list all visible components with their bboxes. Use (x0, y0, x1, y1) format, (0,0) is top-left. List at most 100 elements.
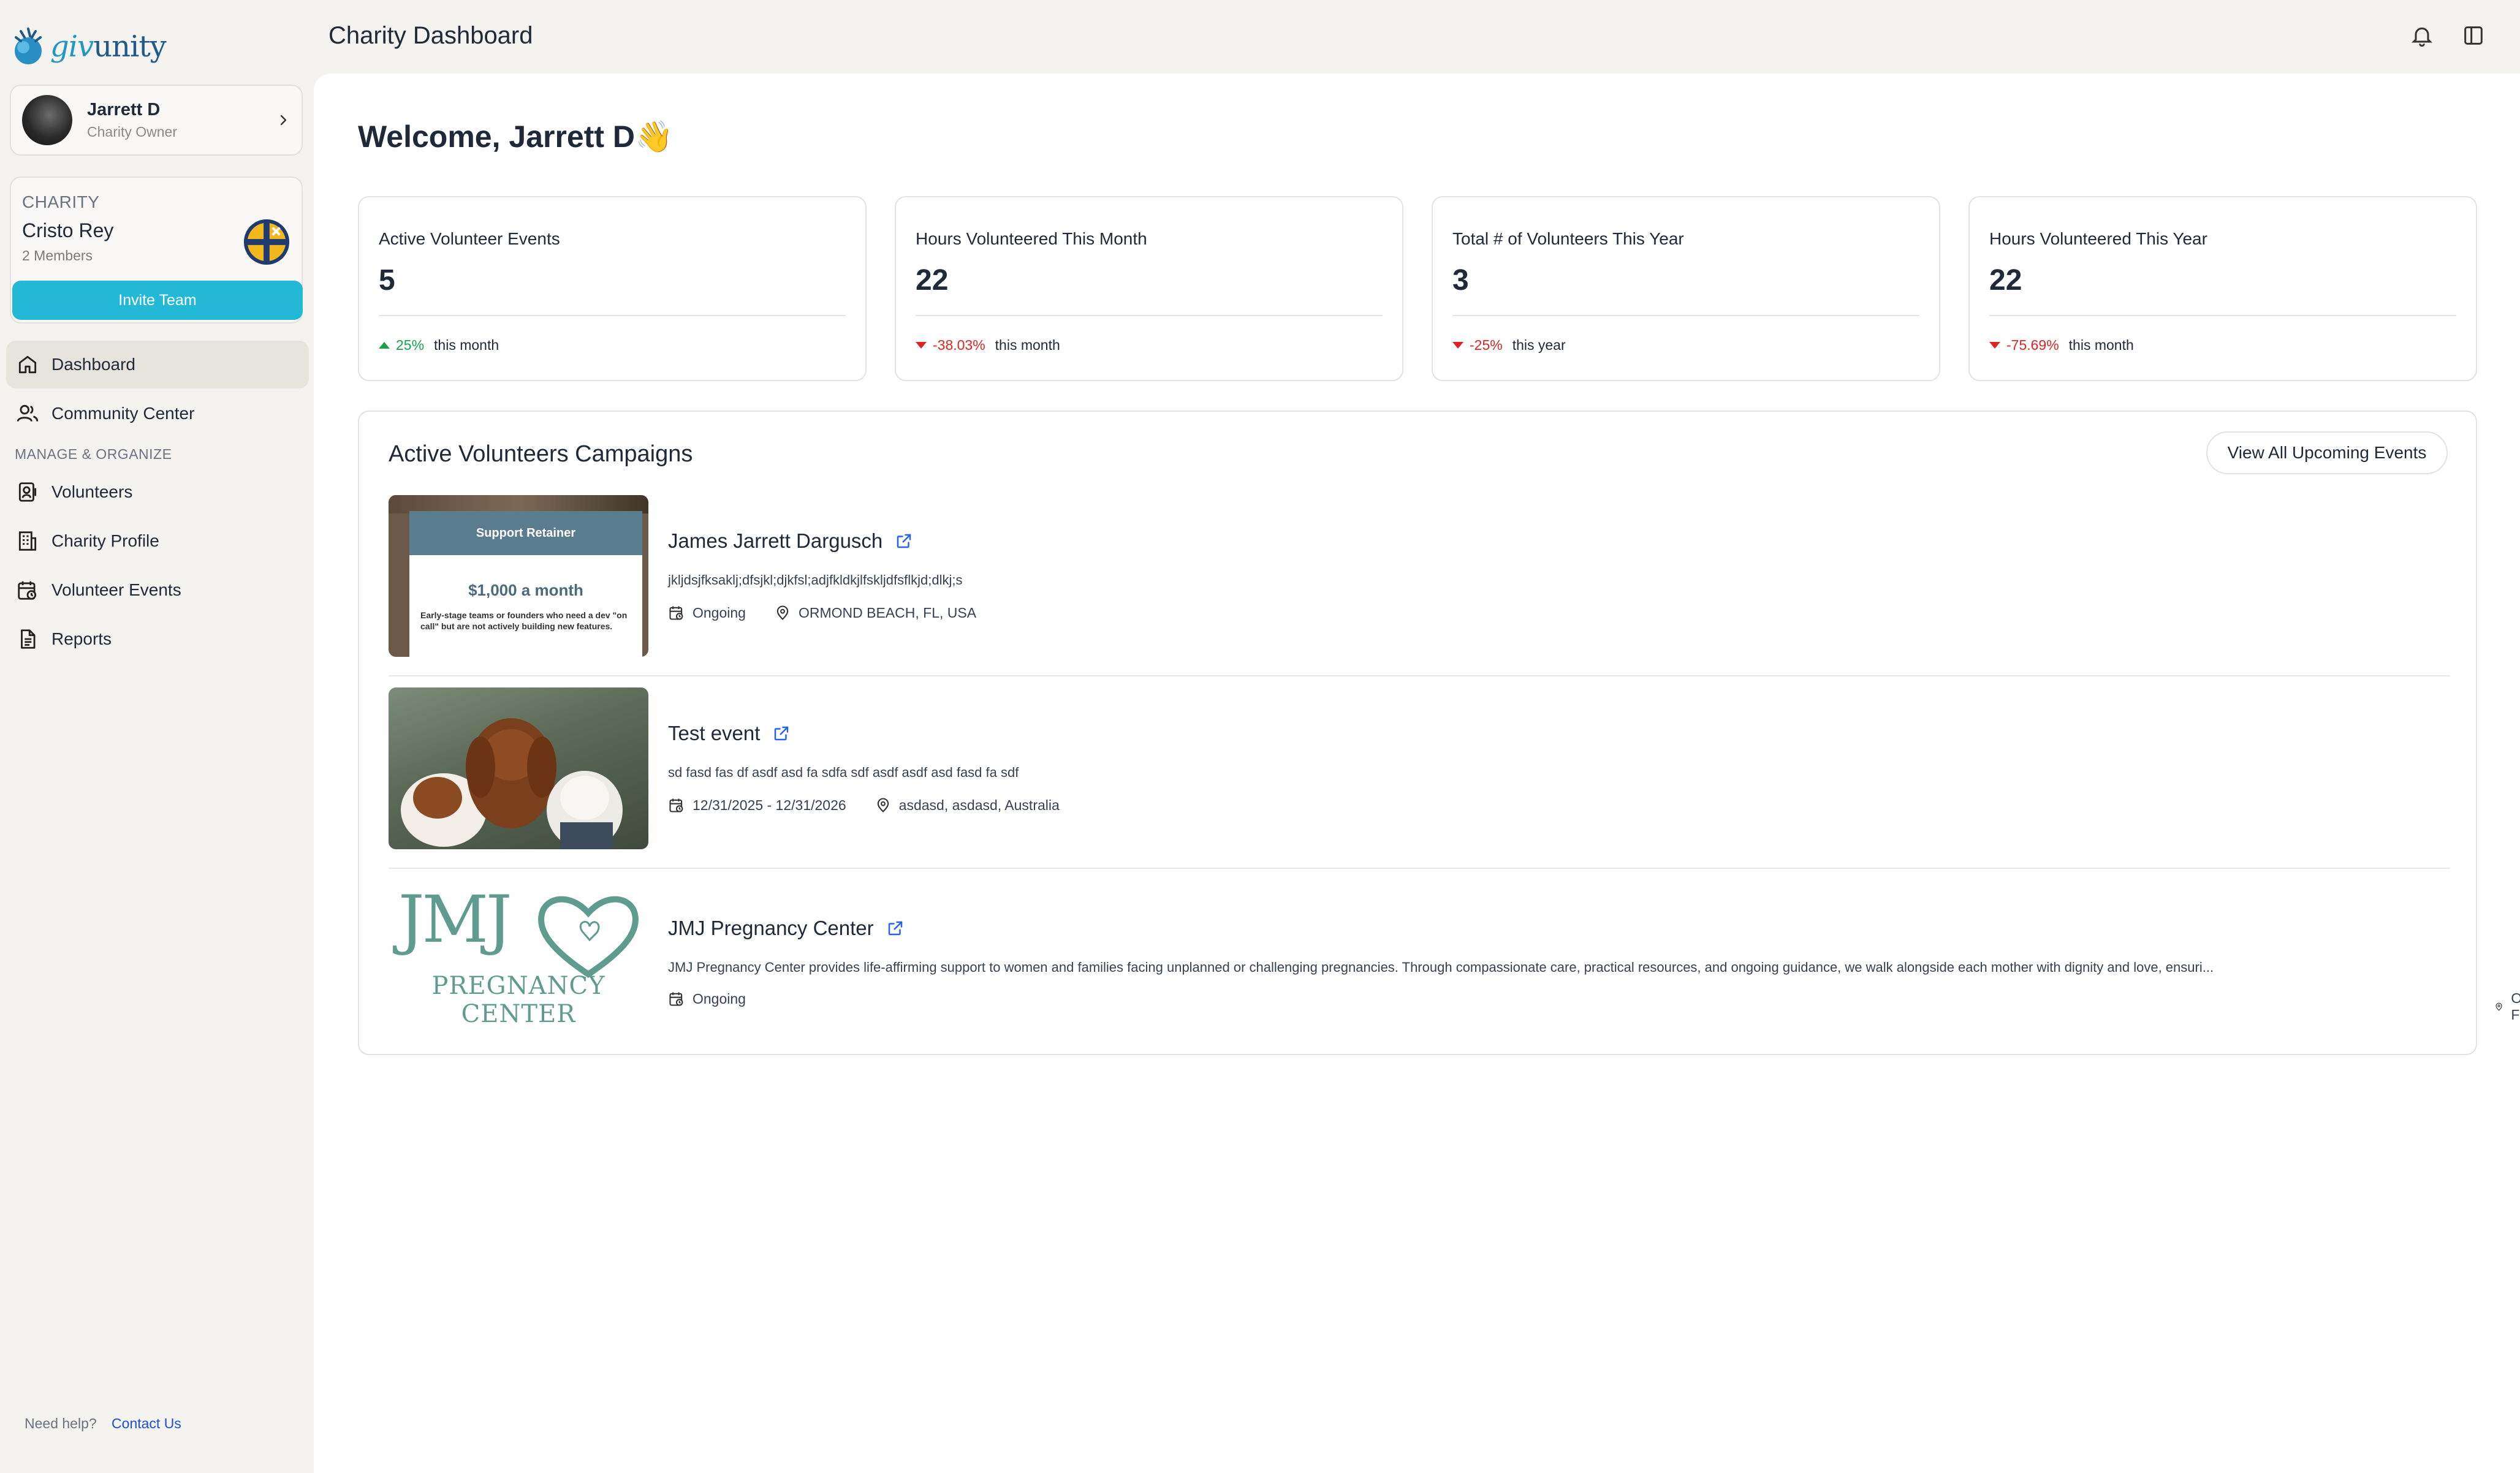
event-name[interactable]: Test event (668, 722, 791, 745)
event-title: JMJ Pregnancy Center (668, 917, 874, 939)
stat-card-hours-year: Hours Volunteered This Year 22 -75.69% t… (1968, 196, 2477, 381)
event-description: JMJ Pregnancy Center provides life-affir… (668, 960, 2214, 975)
user-role: Charity Owner (87, 124, 177, 140)
event-location: asdasd, asdasd, Australia (898, 797, 1060, 813)
event-date: Ongoing (693, 604, 746, 621)
trend-indicator: -25% (1452, 337, 1503, 354)
stat-footer: -25% this year (1452, 337, 1566, 354)
trend-indicator: -38.03% (916, 337, 985, 354)
event-meta: 12/31/2025 - 12/31/2026 asdasd, asdasd, … (668, 797, 1060, 814)
sidebar-toggle-icon[interactable] (2461, 23, 2486, 48)
stat-value: 5 (379, 264, 395, 297)
external-link-icon[interactable] (895, 532, 913, 550)
divider (1989, 315, 2456, 316)
jmj-logo-line3: CENTER (461, 1000, 576, 1028)
event-date: Ongoing (693, 990, 746, 1007)
sidebar: givunity Jarrett D Charity Owner CHARITY… (0, 0, 314, 1473)
user-profile-card[interactable]: Jarrett D Charity Owner (10, 85, 303, 156)
event-thumbnail[interactable]: Support Retainer $1,000 a month Early-st… (389, 495, 648, 657)
stat-value: 3 (1452, 264, 1469, 297)
logo-suffix: unity (93, 29, 167, 64)
location-pin-icon (877, 798, 889, 812)
arrow-down-icon (1989, 342, 2000, 349)
main-content: Welcome, Jarrett D👋 Active Volunteer Eve… (314, 74, 2520, 1473)
user-name: Jarrett D (87, 100, 161, 119)
report-icon (21, 629, 36, 649)
trend-value: -75.69% (2006, 337, 2059, 353)
jmj-logo-text: JMJ (398, 882, 512, 957)
sidebar-item-volunteers[interactable]: Volunteers (6, 468, 309, 516)
invite-team-button[interactable]: Invite Team (12, 281, 303, 320)
retainer-banner: Support Retainer (409, 511, 642, 555)
heart-icon (538, 896, 639, 979)
page-title: Charity Dashboard (328, 22, 533, 49)
sidebar-item-label: Dashboard (51, 355, 135, 374)
stat-value: 22 (916, 264, 949, 297)
stat-card-hours-month: Hours Volunteered This Month 22 -38.03% … (895, 196, 1403, 381)
dogs-photo (401, 718, 623, 849)
charity-logo-icon (243, 219, 290, 265)
stat-card-active-events: Active Volunteer Events 5 25% this month (358, 196, 867, 381)
charity-members: 2 Members (22, 248, 93, 263)
user-info: Jarrett D Charity Owner (87, 100, 276, 140)
event-description: sd fasd fas df asdf asd fa sdfa sdf asdf… (668, 765, 1019, 780)
event-title: Test event (668, 722, 761, 744)
users-icon (17, 404, 39, 422)
trend-period: this month (995, 337, 1060, 353)
stat-title: Hours Volunteered This Year (1989, 229, 2207, 248)
arrow-down-icon (1452, 342, 1463, 349)
trend-value: -38.03% (933, 337, 985, 353)
external-link-icon[interactable] (772, 724, 791, 743)
logo-text: givunity (50, 29, 167, 64)
divider (1452, 315, 1919, 316)
welcome-heading: Welcome, Jarrett D👋 (358, 119, 674, 154)
chevron-right-icon (280, 115, 287, 126)
sidebar-item-label: Charity Profile (51, 531, 159, 550)
trend-indicator: -75.69% (1989, 337, 2059, 354)
event-title: James Jarrett Dargusch (668, 529, 883, 552)
volunteer-icon (18, 482, 37, 502)
charity-name: Cristo Rey (22, 219, 114, 241)
sidebar-item-dashboard[interactable]: Dashboard (6, 341, 309, 388)
trend-period: this year (1512, 337, 1566, 353)
jmj-logo-line2: PREGNANCY (431, 972, 605, 1000)
givunity-logo[interactable]: givunity (10, 22, 167, 71)
sidebar-item-charity-profile[interactable]: Charity Profile (6, 517, 309, 565)
help-text: Need help? (25, 1415, 97, 1431)
stat-card-total-volunteers: Total # of Volunteers This Year 3 -25% t… (1432, 196, 1940, 381)
trend-period: this month (434, 337, 499, 353)
event-name[interactable]: James Jarrett Dargusch (668, 529, 913, 553)
campaigns-title: Active Volunteers Campaigns (389, 441, 693, 467)
location-pin-icon (776, 605, 789, 620)
location-pin-icon (2495, 1002, 2502, 1011)
event-date: 12/31/2025 - 12/31/2026 (693, 797, 846, 813)
arrow-up-icon (379, 342, 390, 349)
event-description: jkljdsjfksaklj;dfsjkl;djkfsl;adjfkldkjlf… (668, 572, 963, 588)
sidebar-item-volunteer-events[interactable]: Volunteer Events (6, 566, 309, 614)
charity-card: CHARITY Cristo Rey 2 Members Invite Team (10, 176, 303, 324)
calendar-clock-icon (669, 606, 683, 620)
event-thumbnail[interactable]: JMJ PREGNANCY CENTER (389, 880, 648, 1042)
calendar-clock-icon (669, 798, 683, 812)
contact-us-link[interactable]: Contact Us (112, 1415, 181, 1431)
bell-icon[interactable] (2410, 23, 2434, 48)
stat-value: 22 (1989, 264, 2022, 297)
sidebar-item-reports[interactable]: Reports (6, 615, 309, 663)
event-location: ORMOND BEACH, FL, USA (798, 604, 977, 621)
stat-footer: -38.03% this month (916, 337, 1060, 354)
help-footer: Need help? Contact Us (25, 1415, 181, 1432)
nav-section-heading: MANAGE & ORGANIZE (15, 446, 172, 462)
event-thumbnail[interactable] (389, 687, 648, 849)
event-location: Orlando, FL, USA (2511, 990, 2520, 1023)
divider (916, 315, 1383, 316)
external-link-icon[interactable] (886, 919, 905, 937)
stat-title: Hours Volunteered This Month (916, 229, 1147, 248)
sidebar-item-community-center[interactable]: Community Center (6, 390, 309, 437)
stat-footer: 25% this month (379, 337, 499, 354)
home-icon (18, 355, 37, 374)
building-icon (18, 531, 37, 551)
calendar-clock-icon (669, 992, 683, 1006)
event-name[interactable]: JMJ Pregnancy Center (668, 917, 905, 940)
trend-indicator: 25% (379, 337, 424, 354)
view-all-upcoming-events-button[interactable]: View All Upcoming Events (2206, 431, 2448, 474)
